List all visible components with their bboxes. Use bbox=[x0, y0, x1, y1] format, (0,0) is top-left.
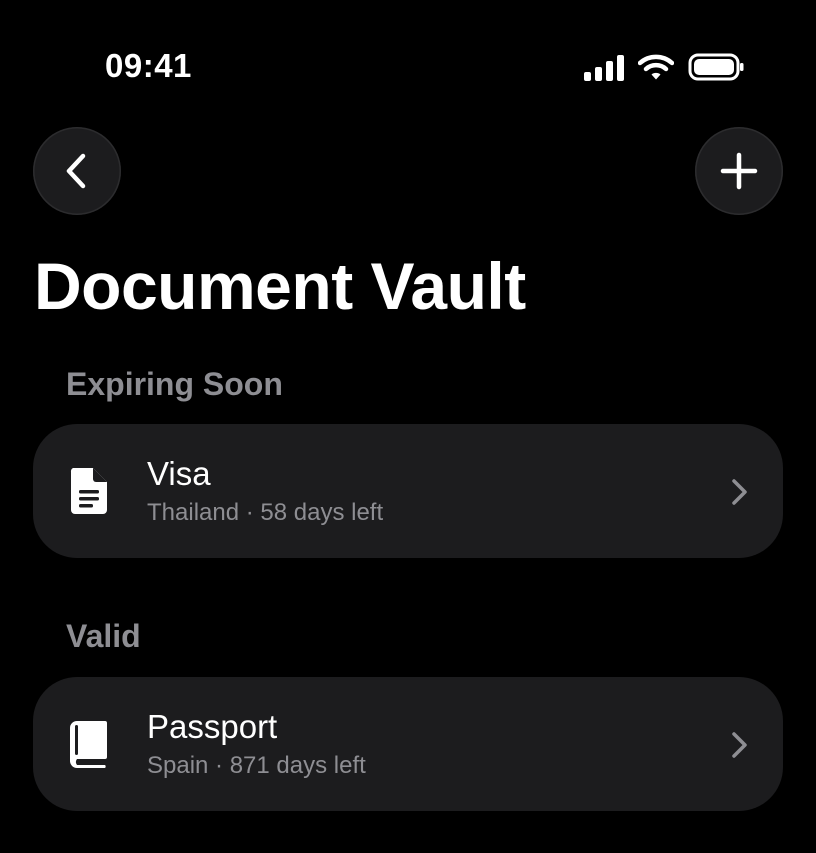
document-row-visa[interactable]: Visa Thailand · 58 days left bbox=[33, 424, 783, 558]
back-button[interactable] bbox=[33, 127, 121, 215]
document-subtitle: Spain · 871 days left bbox=[147, 752, 366, 779]
section-header-valid: Valid bbox=[66, 618, 141, 654]
wifi-icon bbox=[638, 54, 674, 80]
cellular-signal-icon bbox=[584, 55, 624, 81]
battery-icon bbox=[688, 53, 744, 81]
chevron-left-icon bbox=[66, 153, 86, 189]
chevron-right-icon bbox=[732, 732, 747, 758]
book-icon bbox=[70, 721, 107, 768]
page-title: Document Vault bbox=[34, 249, 526, 323]
plus-icon bbox=[720, 152, 758, 190]
status-icons bbox=[584, 52, 744, 82]
document-title: Visa bbox=[147, 455, 211, 492]
section-header-expiring-soon: Expiring Soon bbox=[66, 366, 283, 402]
document-subtitle: Thailand · 58 days left bbox=[147, 499, 384, 526]
document-row-passport[interactable]: Passport Spain · 871 days left bbox=[33, 677, 783, 811]
document-title: Passport bbox=[147, 708, 278, 745]
status-bar: 09:41 bbox=[0, 0, 816, 120]
document-icon bbox=[70, 468, 107, 514]
add-document-button[interactable] bbox=[695, 127, 783, 215]
status-time: 09:41 bbox=[105, 47, 192, 84]
chevron-right-icon bbox=[732, 479, 747, 505]
